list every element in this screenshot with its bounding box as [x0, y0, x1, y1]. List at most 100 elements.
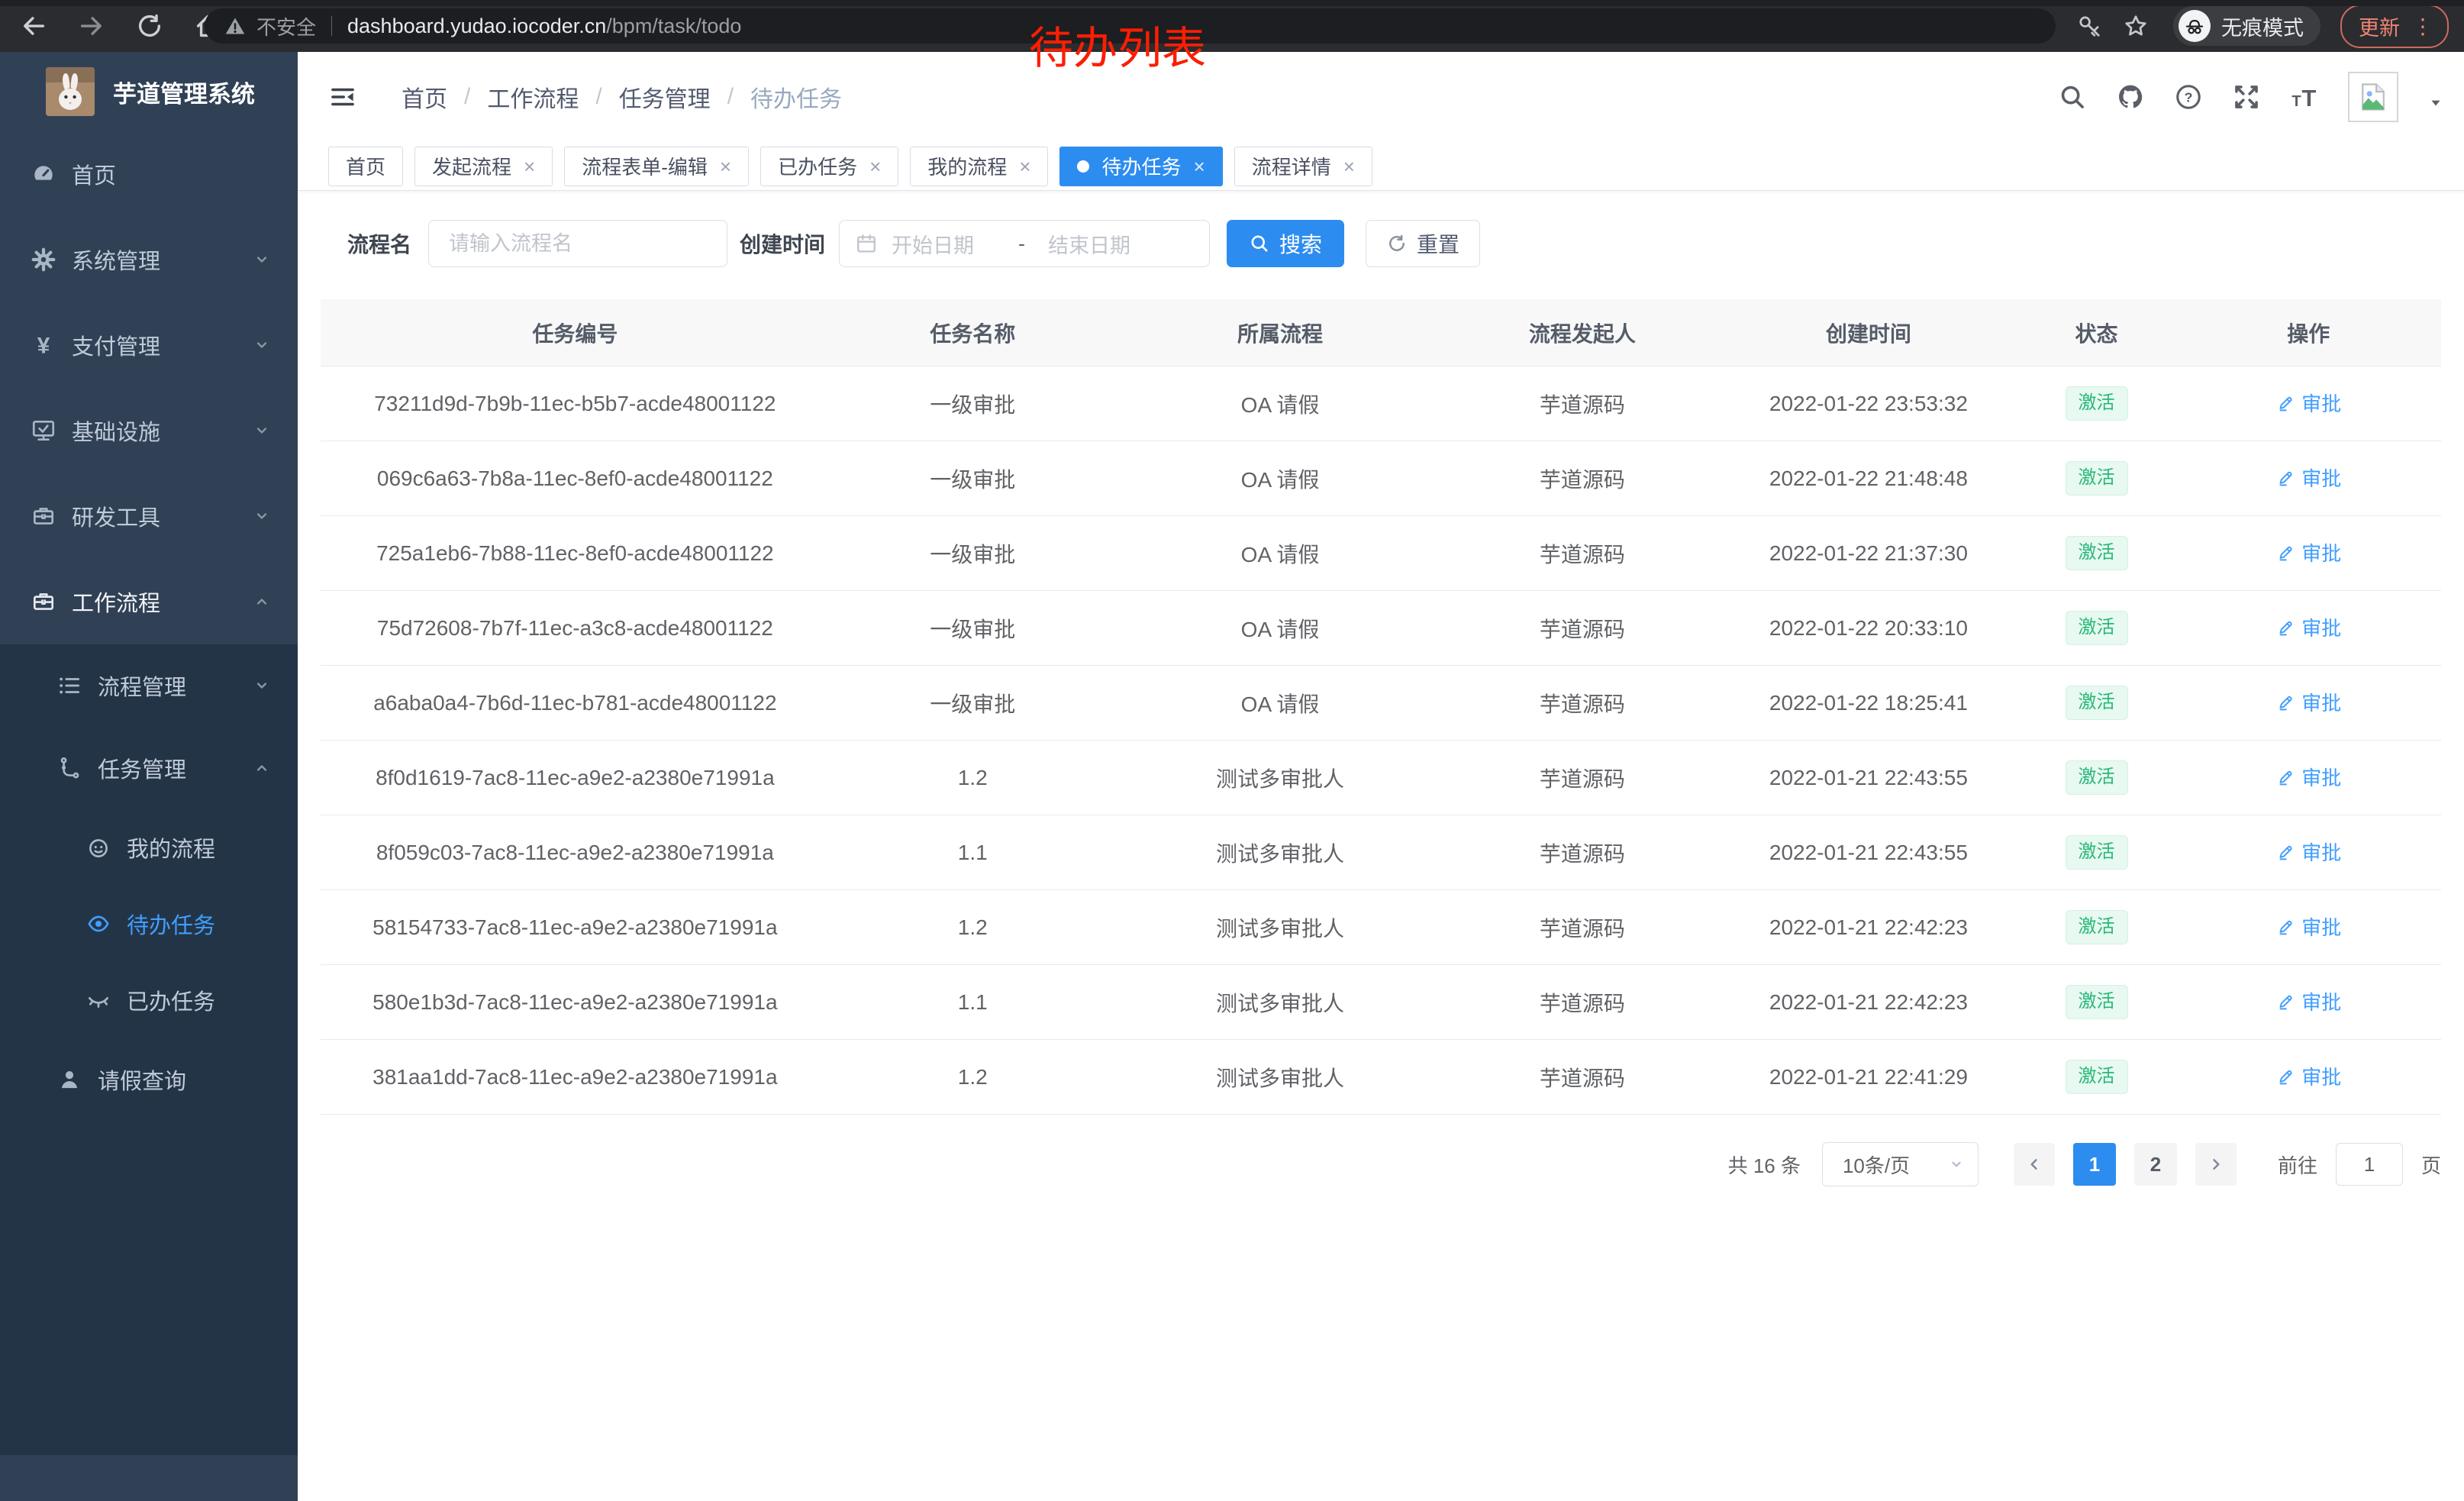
sidebar-item-workflow[interactable]: 工作流程: [0, 559, 298, 644]
sidebar-item-leave-query[interactable]: 请假查询: [0, 1038, 298, 1121]
tab-close-icon[interactable]: ×: [1019, 157, 1030, 176]
process-name-input[interactable]: [428, 220, 727, 267]
tree-icon: [56, 755, 82, 781]
column-header: 操作: [2176, 318, 2441, 348]
github-icon[interactable]: [2116, 82, 2145, 111]
back-icon[interactable]: [20, 12, 47, 40]
tab-view[interactable]: 发起流程×: [414, 147, 553, 186]
tab-view[interactable]: 流程详情×: [1234, 147, 1372, 186]
tab-close-icon[interactable]: ×: [1343, 157, 1355, 176]
sidebar-item-my-process[interactable]: 我的流程: [0, 809, 298, 886]
process-cell: OA 请假: [1116, 688, 1445, 718]
task-name-cell: 一级审批: [830, 688, 1116, 718]
sidebar-item-task-mgmt[interactable]: 任务管理: [0, 727, 298, 809]
date-range-picker[interactable]: 开始日期 - 结束日期: [839, 220, 1210, 267]
sidebar-item-devtools[interactable]: 研发工具: [0, 473, 298, 559]
page-content: 流程名 创建时间 开始日期 - 结束日期 搜索 重置: [298, 191, 2464, 1501]
tab-view[interactable]: 流程表单-编辑×: [564, 147, 749, 186]
app-logo-rabbit-image: [46, 67, 95, 116]
sidebar-item-label: 基础设施: [72, 415, 160, 447]
bookmark-star-icon[interactable]: [2123, 13, 2149, 39]
table-row: 381aa1dd-7ac8-11ec-a9e2-a2380e71991a1.2测…: [321, 1040, 2441, 1115]
tab-view[interactable]: 首页: [328, 147, 403, 186]
tab-close-icon[interactable]: ×: [1194, 157, 1205, 176]
search-icon[interactable]: [2058, 82, 2087, 111]
app-frame: 芋道管理系统 首页系统管理¥支付管理基础设施研发工具工作流程流程管理任务管理我的…: [0, 52, 2464, 1501]
starter-cell: 芋道源码: [1444, 1062, 1720, 1093]
starter-cell: 芋道源码: [1444, 613, 1720, 644]
action-cell: 审批: [2176, 838, 2441, 867]
chevron-down-icon: [252, 676, 272, 696]
user-avatar-broken-image[interactable]: [2348, 72, 2398, 122]
sidebar-item-label: 待办任务: [127, 908, 215, 940]
goto-page-input[interactable]: [2336, 1143, 2403, 1186]
sidebar-item-todo-task[interactable]: 待办任务: [0, 886, 298, 962]
help-icon[interactable]: ?: [2174, 82, 2203, 111]
tab-close-icon[interactable]: ×: [524, 157, 535, 176]
face-icon: [85, 834, 111, 860]
page-number-button[interactable]: 1: [2073, 1143, 2116, 1186]
address-bar[interactable]: 不安全 dashboard.yudao.iocoder.cn/bpm/task/…: [205, 8, 2056, 44]
status-cell: 激活: [2017, 536, 2175, 570]
app-title: 芋道管理系统: [113, 75, 255, 109]
fullscreen-icon[interactable]: [2232, 82, 2261, 111]
sidebar-item-home[interactable]: 首页: [0, 131, 298, 217]
security-label[interactable]: 不安全: [256, 12, 316, 40]
svg-text:?: ?: [2185, 90, 2193, 105]
approve-link-label: 审批: [2301, 838, 2341, 866]
sidebar-item-payment[interactable]: ¥支付管理: [0, 302, 298, 388]
browser-update-button[interactable]: 更新 ⋮: [2340, 5, 2449, 48]
page-unit-label: 页: [2421, 1151, 2441, 1179]
reload-icon[interactable]: [136, 12, 163, 40]
tab-active-view[interactable]: 待办任务 ×: [1059, 147, 1222, 186]
approve-link[interactable]: 审批: [2275, 389, 2341, 417]
approve-link[interactable]: 审批: [2275, 463, 2341, 492]
table-row: 8f059c03-7ac8-11ec-a9e2-a2380e71991a1.1测…: [321, 815, 2441, 890]
tab-label: 已办任务: [778, 152, 857, 180]
sidebar-item-process-mgmt[interactable]: 流程管理: [0, 644, 298, 727]
breadcrumb-item[interactable]: 工作流程: [487, 80, 579, 114]
page-size-select[interactable]: 10条/页: [1822, 1142, 1979, 1186]
sidebar-item-infra[interactable]: 基础设施: [0, 388, 298, 473]
approve-link[interactable]: 审批: [2275, 763, 2341, 791]
yen-icon: ¥: [31, 332, 56, 358]
approve-link[interactable]: 审批: [2275, 688, 2341, 716]
breadcrumb-item[interactable]: 首页: [402, 80, 447, 114]
search-button[interactable]: 搜索: [1227, 220, 1344, 267]
reset-button[interactable]: 重置: [1366, 220, 1480, 267]
created-time-cell: 2022-01-21 22:41:29: [1720, 1065, 2017, 1089]
monitor-icon: [31, 418, 56, 444]
approve-link[interactable]: 审批: [2275, 912, 2341, 941]
password-key-icon[interactable]: [2077, 13, 2103, 39]
sidebar-item-done-task[interactable]: 已办任务: [0, 962, 298, 1038]
page-number-button[interactable]: 2: [2134, 1143, 2177, 1186]
task-id-cell: 8f059c03-7ac8-11ec-a9e2-a2380e71991a: [321, 841, 830, 865]
approve-link[interactable]: 审批: [2275, 613, 2341, 641]
action-cell: 审批: [2176, 987, 2441, 1017]
task-id-cell: 725a1eb6-7b88-11ec-8ef0-acde48001122: [321, 541, 830, 566]
tag-views-bar: 首页发起流程×流程表单-编辑×已办任务×我的流程×待办任务×流程详情×: [298, 142, 2464, 191]
forward-icon[interactable]: [78, 12, 105, 40]
tab-view[interactable]: 已办任务 ×: [760, 147, 898, 186]
prev-page-button[interactable]: [2014, 1143, 2055, 1186]
tab-view[interactable]: 我的流程×: [910, 147, 1048, 186]
tab-close-icon[interactable]: ×: [720, 157, 731, 176]
tab-close-icon[interactable]: ×: [869, 157, 881, 176]
font-size-icon[interactable]: TT: [2290, 82, 2319, 111]
sidebar-item-label: 系统管理: [72, 244, 160, 276]
approve-link[interactable]: 审批: [2275, 1062, 2341, 1090]
sidebar-collapse-icon[interactable]: [328, 82, 357, 111]
sidebar-item-system[interactable]: 系统管理: [0, 217, 298, 302]
url-text[interactable]: dashboard.yudao.iocoder.cn/bpm/task/todo: [347, 15, 741, 38]
process-cell: 测试多审批人: [1116, 912, 1445, 943]
approve-link[interactable]: 审批: [2275, 838, 2341, 866]
avatar-dropdown-caret-icon[interactable]: [2427, 95, 2444, 111]
status-badge: 激活: [2066, 835, 2128, 870]
tab-label: 待办任务: [1101, 152, 1181, 180]
next-page-button[interactable]: [2195, 1143, 2237, 1186]
approve-link[interactable]: 审批: [2275, 987, 2341, 1015]
approve-link[interactable]: 审批: [2275, 538, 2341, 567]
breadcrumb-item[interactable]: 任务管理: [619, 80, 711, 114]
process-cell: OA 请假: [1116, 613, 1445, 644]
browser-menu-icon[interactable]: ⋮: [2412, 14, 2433, 39]
